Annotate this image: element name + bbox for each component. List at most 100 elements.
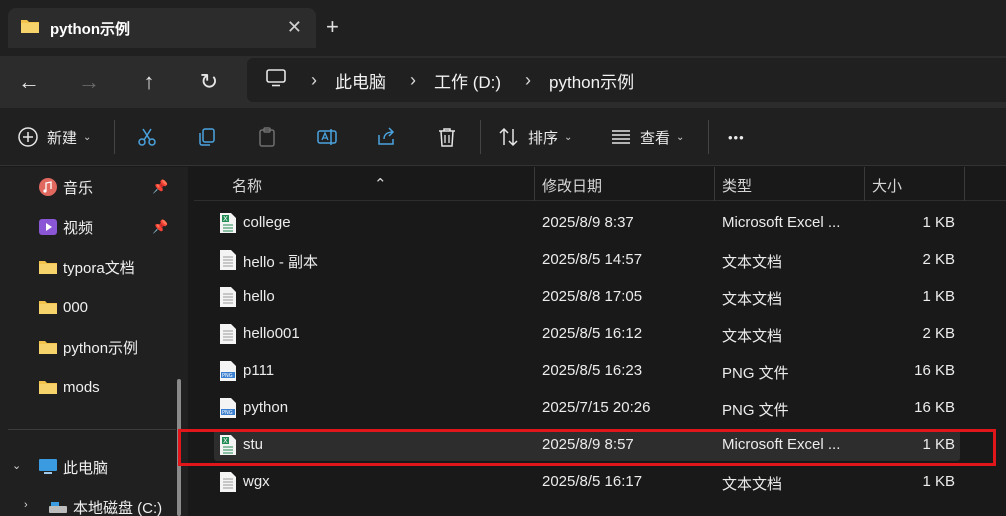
view-label: 查看 [640, 129, 671, 147]
breadcrumb-current-folder[interactable]: python示例 [549, 68, 634, 93]
text-file-icon [219, 286, 237, 308]
text-file-icon [219, 249, 237, 271]
file-date: 2025/7/15 20:26 [542, 399, 651, 416]
clipboard-icon [256, 126, 278, 148]
file-date: 2025/8/5 14:57 [542, 251, 643, 268]
sidebar-item-music[interactable]: 音乐 [38, 175, 93, 199]
file-name: python [243, 399, 289, 416]
list-view-icon [610, 126, 632, 148]
file-row-college[interactable]: X college 2025/8/9 8:37 Microsoft Excel … [214, 207, 960, 239]
sidebar-item-000[interactable]: 000 [38, 295, 88, 319]
sidebar-item-label: 000 [63, 298, 89, 316]
svg-text:PNG: PNG [222, 410, 233, 416]
sidebar-item-this-pc[interactable]: 此电脑 [38, 455, 108, 479]
sidebar-item-python-examples[interactable]: python示例 [38, 335, 138, 359]
pin-icon[interactable]: 📌 [152, 219, 168, 235]
folder-icon [38, 257, 58, 277]
new-tab-button[interactable]: + [326, 14, 339, 40]
file-name: p111 [243, 362, 275, 379]
more-options-button[interactable]: ••• [728, 122, 745, 152]
file-row-p111[interactable]: PNG p111 2025/8/5 16:23 PNG 文件 16 KB [214, 355, 960, 387]
breadcrumb-this-pc[interactable]: 此电脑 [335, 68, 386, 93]
pin-icon[interactable]: 📌 [152, 179, 168, 195]
column-divider[interactable] [534, 167, 535, 201]
new-button-label: 新建 [47, 129, 78, 147]
file-name: hello [243, 288, 275, 305]
sidebar-item-videos[interactable]: 视频 [38, 215, 93, 239]
file-date: 2025/8/9 8:37 [542, 214, 634, 231]
column-header-type[interactable]: 类型 [722, 175, 752, 196]
chevron-down-icon[interactable]: ⌄ [12, 459, 21, 472]
chevron-right-icon[interactable]: › [24, 499, 28, 511]
toolbar-divider [708, 120, 709, 154]
sort-label: 排序 [528, 129, 559, 147]
share-button[interactable] [376, 122, 398, 152]
folder-icon [38, 337, 58, 357]
new-button[interactable]: 新建 ⌄ [17, 122, 91, 152]
scissors-icon [136, 126, 158, 148]
delete-button[interactable] [436, 122, 458, 152]
breadcrumb-separator-icon: › [311, 69, 317, 90]
view-button[interactable]: 查看 ⌄ [610, 122, 684, 152]
file-size: 1 KB [922, 214, 955, 231]
file-row-wgx[interactable]: wgx 2025/8/5 16:17 文本文档 1 KB [214, 466, 960, 498]
chevron-down-icon: ⌄ [564, 131, 573, 143]
svg-text:PNG: PNG [222, 373, 233, 379]
close-tab-icon[interactable]: ✕ [287, 17, 302, 38]
sidebar-item-local-disk-c[interactable]: 本地磁盘 (C:) [48, 495, 162, 516]
refresh-button[interactable]: ↻ [191, 64, 227, 100]
column-divider[interactable] [714, 167, 715, 201]
file-date: 2025/8/5 16:17 [542, 473, 643, 490]
up-button[interactable]: ↑ [131, 64, 167, 100]
copy-button[interactable] [196, 122, 218, 152]
cut-button[interactable] [136, 122, 158, 152]
column-header-modified[interactable]: 修改日期 [542, 175, 602, 196]
text-file-icon [219, 471, 237, 493]
column-divider[interactable] [864, 167, 865, 201]
music-icon [38, 177, 58, 197]
file-row-python[interactable]: PNG python 2025/7/15 20:26 PNG 文件 16 KB [214, 392, 960, 424]
column-divider[interactable] [964, 167, 965, 201]
png-file-icon: PNG [219, 360, 237, 382]
chevron-down-icon: ⌄ [676, 131, 685, 143]
annotation-highlight-box [178, 429, 996, 466]
sidebar-item-label: mods [63, 378, 100, 396]
sidebar-divider [8, 429, 176, 430]
file-date: 2025/8/8 17:05 [542, 288, 643, 305]
file-row-hello001[interactable]: hello001 2025/8/5 16:12 文本文档 2 KB [214, 318, 960, 350]
text-file-icon [219, 323, 237, 345]
address-bar[interactable]: › 此电脑 › 工作 (D:) › python示例 [247, 58, 1006, 102]
sidebar-item-label: 本地磁盘 (C:) [73, 499, 163, 516]
navigation-bar: ← → ↑ ↻ › 此电脑 › 工作 (D:) › python示例 [0, 56, 1006, 108]
rename-button[interactable] [316, 122, 338, 152]
paste-button[interactable] [256, 122, 278, 152]
trash-icon [436, 126, 458, 148]
file-row-hello[interactable]: hello 2025/8/8 17:05 文本文档 1 KB [214, 281, 960, 313]
file-row-hello-copy[interactable]: hello - 副本 2025/8/5 14:57 文本文档 2 KB [214, 244, 960, 276]
file-type: Microsoft Excel ... [722, 214, 841, 231]
column-header-size[interactable]: 大小 [872, 175, 902, 196]
column-header-name[interactable]: 名称 [232, 175, 262, 196]
file-type: PNG 文件 [722, 365, 789, 382]
tab-title: python示例 [50, 20, 130, 38]
sidebar-item-typora-docs[interactable]: typora文档 [38, 255, 135, 279]
column-header-row: ⌃ 名称 修改日期 类型 大小 [194, 167, 1006, 201]
excel-file-icon: X [219, 212, 237, 234]
toolbar-divider [114, 120, 115, 154]
file-type: 文本文档 [722, 476, 783, 493]
file-date: 2025/8/5 16:12 [542, 325, 643, 342]
file-type: 文本文档 [722, 254, 783, 271]
forward-button[interactable]: → [71, 64, 107, 100]
file-name: college [243, 214, 291, 231]
tab-python-example[interactable]: python示例 ✕ [8, 8, 316, 48]
sidebar-item-label: 音乐 [63, 179, 94, 197]
sort-button[interactable]: 排序 ⌄ [498, 122, 572, 152]
file-size: 2 KB [922, 251, 955, 268]
file-type: 文本文档 [722, 291, 783, 308]
video-icon [38, 217, 58, 237]
breadcrumb-drive-d[interactable]: 工作 (D:) [434, 68, 501, 93]
folder-icon [20, 18, 40, 38]
sidebar-item-mods[interactable]: mods [38, 375, 100, 399]
back-button[interactable]: ← [11, 64, 47, 100]
svg-text:X: X [223, 215, 228, 223]
